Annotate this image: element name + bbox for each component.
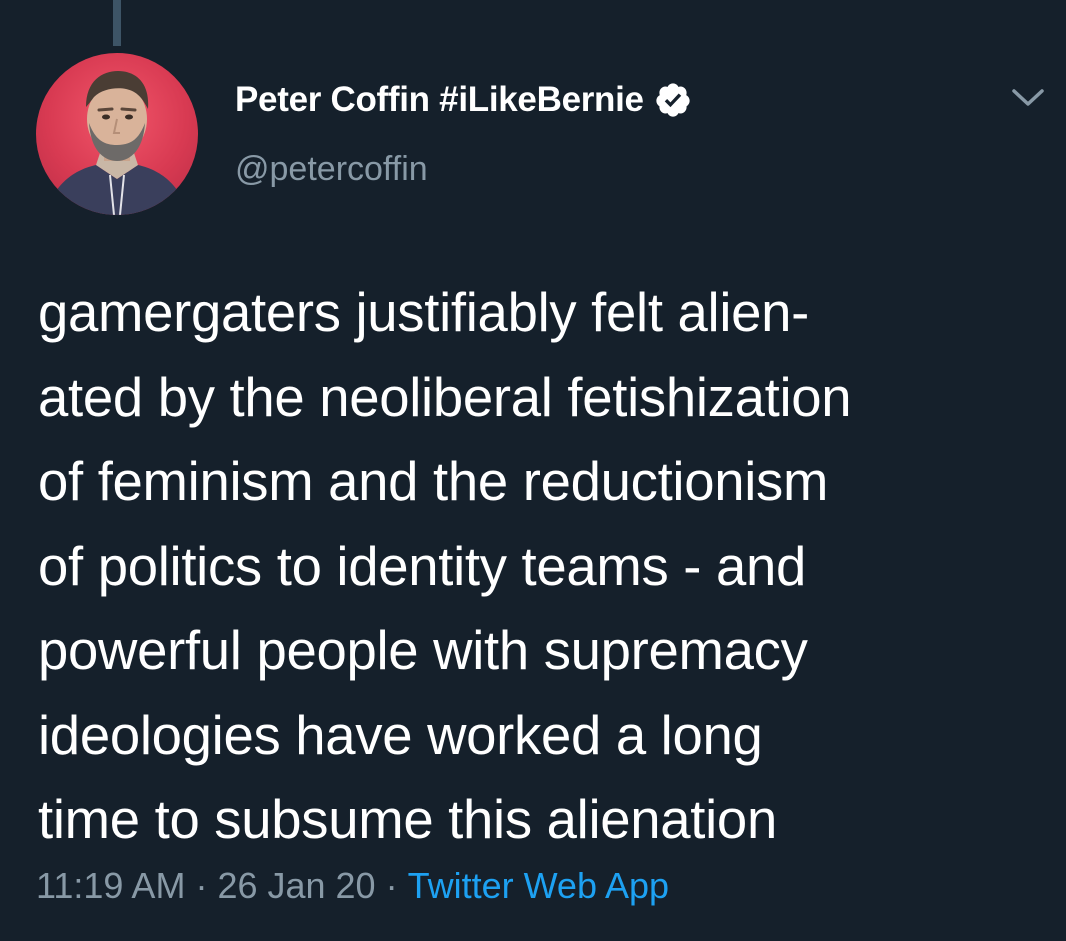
tweet-meta: 11:19 AM · 26 Jan 20 · Twitter Web App (36, 864, 669, 908)
meta-separator: · (195, 865, 208, 906)
avatar[interactable] (36, 53, 198, 215)
tweet-time[interactable]: 11:19 AM (36, 865, 185, 906)
author-handle[interactable]: @petercoffin (235, 150, 428, 189)
tweet-date[interactable]: 26 Jan 20 (217, 865, 375, 906)
tweet-text: gamergaters justifiably felt alien- ated… (38, 282, 852, 850)
author-name-row[interactable]: Peter Coffin #iLikeBernie (235, 78, 692, 122)
profile-photo-icon (46, 71, 188, 215)
meta-separator: · (385, 865, 398, 906)
chevron-down-icon[interactable] (1008, 82, 1048, 112)
verified-badge-icon (654, 81, 692, 119)
tweet-detail: Peter Coffin #iLikeBernie @petercoffin g… (0, 0, 1066, 941)
thread-connector-line (113, 0, 121, 46)
tweet-source-link[interactable]: Twitter Web App (408, 865, 669, 906)
author-display-name[interactable]: Peter Coffin #iLikeBernie (235, 80, 644, 120)
